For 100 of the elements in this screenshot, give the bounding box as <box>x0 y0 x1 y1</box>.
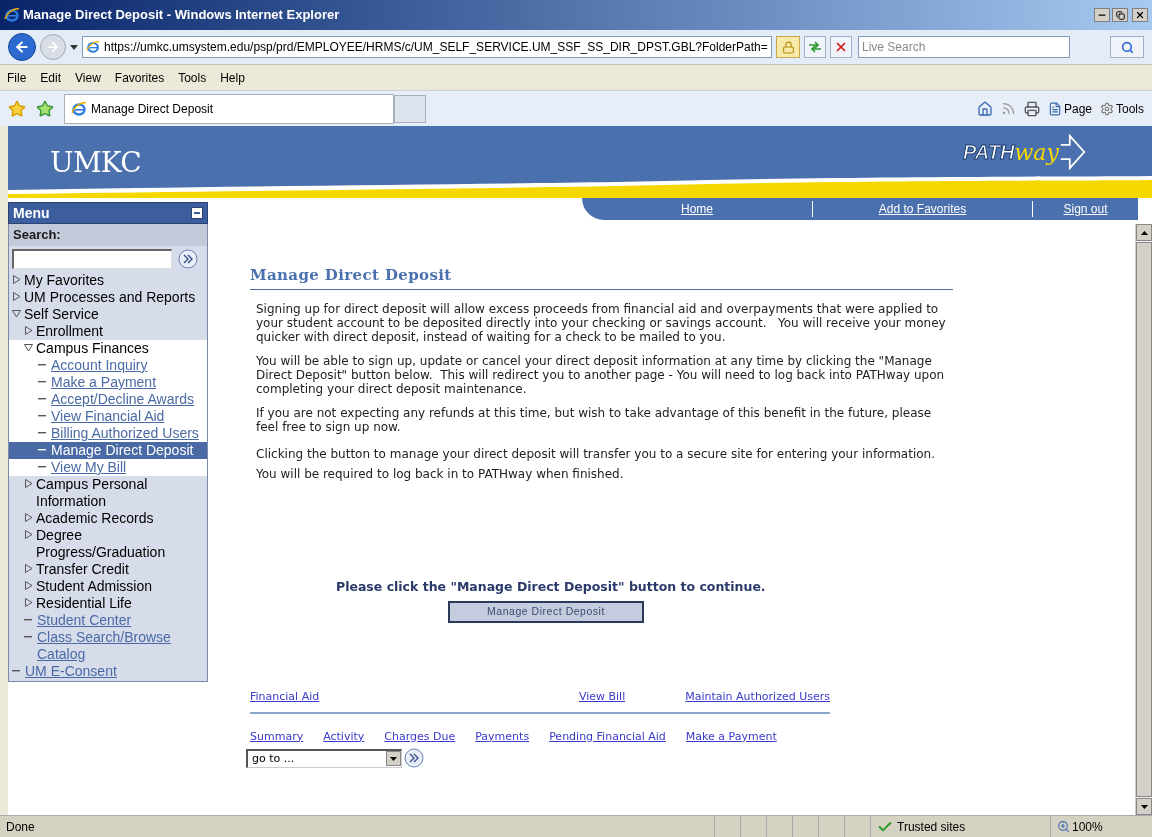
menu-folder[interactable]: Campus Personal Information <box>36 476 207 510</box>
menu-link[interactable]: Accept/Decline Awards <box>9 391 207 408</box>
menu-item[interactable]: Favorites <box>114 68 165 87</box>
menu-folder[interactable]: Self Service <box>24 306 99 323</box>
refresh-arrows-icon <box>808 41 822 53</box>
dash-icon <box>24 636 32 638</box>
manage-direct-deposit-button[interactable]: Manage Direct Deposit <box>448 601 644 624</box>
add-favorite-icon[interactable] <box>36 99 54 118</box>
search-field[interactable]: Live Search <box>858 36 1070 58</box>
footer-link[interactable]: Summary <box>250 728 304 746</box>
close-button[interactable] <box>1132 8 1148 22</box>
footer-link[interactable]: Make a Payment <box>685 728 777 746</box>
menu-item[interactable]: Help <box>220 68 245 87</box>
scroll-up-icon[interactable] <box>1140 230 1148 235</box>
go-button[interactable] <box>178 249 198 269</box>
menu-title: Menu <box>13 203 50 223</box>
site-logo[interactable]: UMKC <box>50 142 142 184</box>
footer-link[interactable]: Charges Due <box>384 728 456 746</box>
footer-link[interactable]: Activity <box>323 728 365 746</box>
command-menu-button[interactable]: Page <box>1047 99 1092 118</box>
close-icon <box>1135 10 1145 20</box>
restore-button[interactable] <box>1112 8 1128 22</box>
expanded-triangle-icon[interactable] <box>24 343 33 352</box>
body-paragraph: Signing up for direct deposit will allow excess proceeds from financial aid and overpayments that were applied to your student account to be deposited directly into your checking or savings account. You will receive your money quicker with direct deposit, instead of waiting for a check to be mailed to you. <box>256 301 947 344</box>
search-button[interactable] <box>1110 36 1144 58</box>
dash-icon <box>38 432 46 434</box>
dropdown-arrow-icon <box>390 756 397 761</box>
search-label: Search: <box>13 226 61 245</box>
instruction-text: Please click the "Manage Direct Deposit" button to continue. <box>336 577 767 596</box>
menu-folder[interactable]: Transfer Credit <box>36 561 129 578</box>
collapsed-triangle-icon[interactable] <box>24 513 33 522</box>
menu-folder[interactable]: My Favorites <box>24 272 105 289</box>
menu-link[interactable]: Manage Direct Deposit <box>9 442 207 459</box>
window-title: Manage Direct Deposit - Windows Internet Explorer <box>23 6 340 25</box>
menu-folder[interactable]: Campus Finances <box>36 340 149 357</box>
stop-button[interactable] <box>830 36 852 58</box>
collapsed-triangle-icon[interactable] <box>12 292 21 301</box>
footer-link[interactable]: Pending Financial Aid <box>549 728 666 746</box>
collapsed-triangle-icon[interactable] <box>24 598 33 607</box>
body-paragraph: You will be able to sign up, update or cancel your direct deposit information at any time by clicking the "Manage Direct Deposit" button below. This will redirect you to another page - You will need to log back into PATHway upon completing your direct deposit maintenance. <box>256 353 946 396</box>
print-icon[interactable] <box>1023 100 1040 117</box>
back-button[interactable] <box>8 33 36 61</box>
nav-link[interactable]: Home <box>681 200 713 218</box>
menu-link[interactable]: View Financial Aid <box>9 408 207 425</box>
goto-dropdown[interactable]: go to ... <box>246 748 402 768</box>
favorites-star-icon[interactable] <box>8 99 26 118</box>
dash-icon <box>38 364 46 366</box>
dash-icon <box>38 398 46 400</box>
footer-link[interactable]: View Bill <box>578 689 626 706</box>
collapsed-triangle-icon[interactable] <box>12 275 21 284</box>
dash-icon <box>24 619 32 621</box>
collapsed-triangle-icon[interactable] <box>24 479 33 488</box>
expanded-triangle-icon[interactable] <box>12 309 21 318</box>
minimize-button[interactable] <box>1094 8 1110 22</box>
collapsed-triangle-icon[interactable] <box>24 581 33 590</box>
menu-item[interactable]: Edit <box>40 68 62 87</box>
menu-link[interactable]: Account Inquiry <box>9 357 207 374</box>
footer-link[interactable]: Financial Aid <box>250 689 320 706</box>
collapsed-triangle-icon[interactable] <box>24 564 33 573</box>
menu-folder[interactable]: Degree Progress/Graduation <box>36 527 207 561</box>
menu-folder[interactable]: Academic Records <box>36 510 154 527</box>
nav-link[interactable]: Sign out <box>1063 200 1108 218</box>
collapsed-triangle-icon[interactable] <box>24 326 33 335</box>
menu-search-field[interactable] <box>12 249 172 269</box>
forward-arrow-icon <box>46 40 60 54</box>
browser-logo-icon <box>86 40 100 54</box>
menu-link[interactable]: Class Search/Browse Catalog <box>9 629 207 663</box>
scrollbar[interactable] <box>1135 224 1152 815</box>
menu-link[interactable]: Billing Authorized Users <box>9 425 207 442</box>
dropdown-arrow-icon[interactable] <box>70 44 78 50</box>
menu-link[interactable]: Student Center <box>9 612 207 629</box>
menu-link[interactable]: Make a Payment <box>9 374 207 391</box>
address-field[interactable]: https://umkc.umsystem.edu/psp/prd/EMPLOYEE/HRMS/c/UM_SELF_SERVICE.UM_SSF_SS_DIR_DPST.GBL?FolderPath= <box>82 36 772 58</box>
body-paragraph: Clicking the button to manage your direct deposit will transfer you to a secure site for entering your information. You will be required to log back in to PATHway when finished. <box>256 445 936 483</box>
menu-folder[interactable]: UM Processes and Reports <box>24 289 196 306</box>
menu-item[interactable]: File <box>7 68 27 87</box>
menu-link[interactable]: UM E-Consent <box>9 663 207 680</box>
home-icon[interactable] <box>976 100 993 117</box>
refresh-button[interactable] <box>804 36 826 58</box>
collapse-button[interactable] <box>191 207 203 219</box>
menu-folder[interactable]: Enrollment <box>36 323 103 340</box>
menu-folder[interactable]: Residential Life <box>36 595 132 612</box>
browser-logo-icon <box>4 7 20 23</box>
command-menu-button[interactable]: Tools <box>1100 99 1144 118</box>
footer-link[interactable]: Maintain Authorized Users <box>685 689 830 706</box>
scroll-down-icon[interactable] <box>1140 804 1148 809</box>
dash-icon <box>38 449 46 451</box>
nav-link[interactable]: Add to Favorites <box>878 200 967 218</box>
browser-logo-icon <box>71 100 87 117</box>
menu-folder[interactable]: Student Admission <box>36 578 152 595</box>
go-button[interactable] <box>404 748 424 769</box>
search-icon <box>1120 40 1134 54</box>
browser-tab[interactable]: Manage Direct Deposit <box>64 93 394 124</box>
menu-item[interactable]: View <box>75 68 101 87</box>
menu-link[interactable]: View My Bill <box>9 459 207 476</box>
zoom-button[interactable]: 100% <box>1050 816 1109 837</box>
security-zone: Trusted sites <box>897 818 966 836</box>
menu-item[interactable]: Tools <box>178 68 207 87</box>
collapsed-triangle-icon[interactable] <box>24 530 33 539</box>
footer-link[interactable]: Payments <box>475 728 530 746</box>
